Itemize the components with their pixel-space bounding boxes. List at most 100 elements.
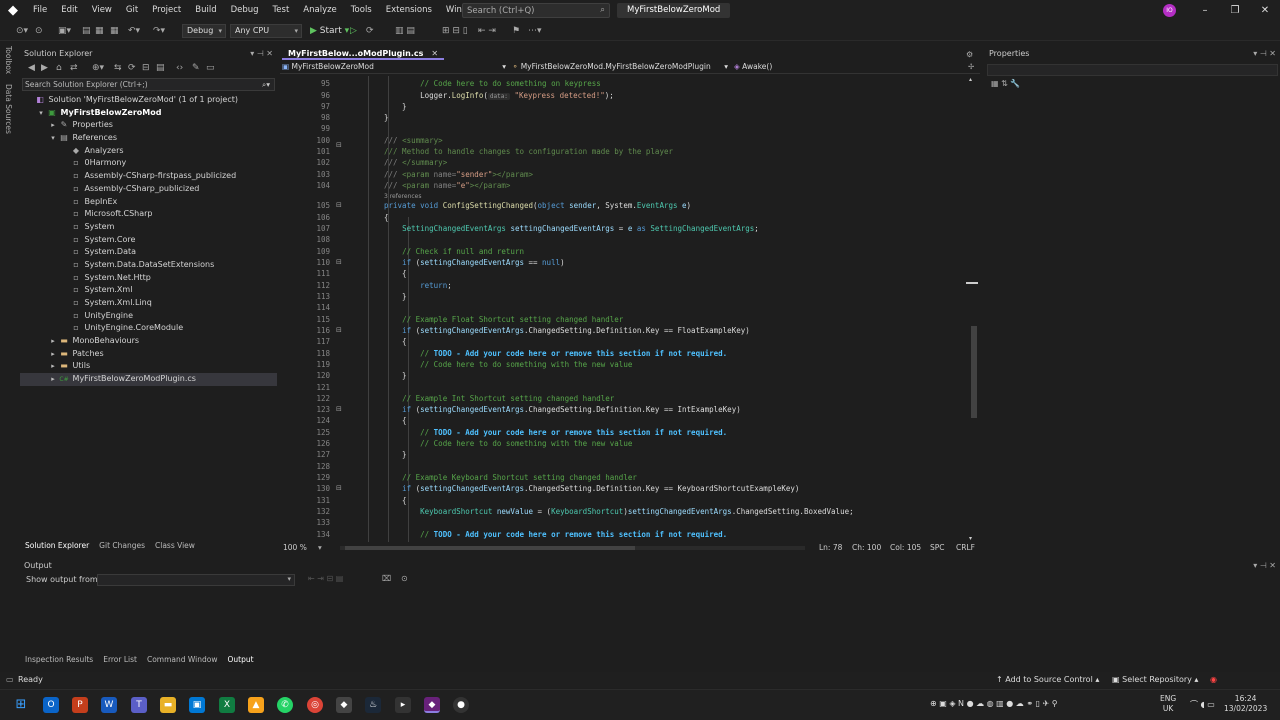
tree-item[interactable]: ▾ ▣ MyFirstBelowZeroMod bbox=[20, 107, 277, 120]
close-tab-icon[interactable]: ✕ bbox=[431, 49, 438, 58]
tab-git-changes[interactable]: Git Changes bbox=[94, 541, 150, 554]
property-pages-icon[interactable]: 🔧 bbox=[1010, 79, 1020, 88]
excel-icon[interactable]: X bbox=[219, 697, 235, 713]
tree-item[interactable]: ◧ Solution 'MyFirstBelowZeroMod' (1 of 1… bbox=[20, 94, 277, 107]
more-icon[interactable]: ⋯▾ bbox=[528, 24, 542, 38]
source-control-button[interactable]: ↑ Add to Source Control ▴ bbox=[996, 672, 1099, 688]
platform-select[interactable]: Any CPU ▾ bbox=[230, 24, 302, 38]
save-icon[interactable]: ▦ bbox=[95, 24, 104, 38]
fold-icon[interactable]: ⊟ bbox=[336, 140, 342, 151]
clear-all-icon[interactable]: ⌧ bbox=[382, 574, 391, 583]
fold-icon[interactable]: ⊟ bbox=[336, 325, 342, 336]
tree-item[interactable]: ▫ System.Xml bbox=[20, 284, 277, 297]
tree-item[interactable]: ▫ System bbox=[20, 221, 277, 234]
toolbar-extra-icon[interactable]: ▥ ▤ bbox=[395, 24, 415, 38]
collapse-all-icon[interactable]: ⊟ bbox=[142, 63, 150, 73]
back-icon[interactable]: ⊙▾ bbox=[16, 24, 28, 38]
nav-member-dropdown[interactable]: ◈ Awake() bbox=[734, 61, 964, 74]
tree-item[interactable]: ▫ UnityEngine bbox=[20, 310, 277, 323]
windows-start-icon[interactable]: ⊞ bbox=[13, 697, 29, 713]
profile-avatar[interactable]: IO bbox=[1163, 4, 1176, 17]
search-box[interactable]: Search (Ctrl+Q) ⌕ bbox=[462, 3, 610, 18]
document-tab[interactable]: MyFirstBelow...oModPlugin.cs ✕ bbox=[282, 48, 445, 60]
tab-output[interactable]: Output bbox=[223, 655, 259, 667]
tab-error-list[interactable]: Error List bbox=[98, 655, 142, 667]
select-repository-button[interactable]: ▣ Select Repository ▴ bbox=[1112, 672, 1198, 688]
zoom-dropdown-icon[interactable]: ▾ bbox=[318, 542, 322, 554]
menu-tools[interactable]: Tools bbox=[344, 0, 379, 21]
properties-wrench-icon[interactable]: ✎ bbox=[192, 63, 200, 73]
tree-item[interactable]: ▸ ▬ MonoBehaviours bbox=[20, 335, 277, 348]
teams-icon[interactable]: T bbox=[131, 697, 147, 713]
fold-icon[interactable]: ⊟ bbox=[336, 200, 342, 211]
expand-arrow-icon[interactable]: ▸ bbox=[48, 119, 58, 132]
alphabetical-icon[interactable]: ⇅ bbox=[1001, 79, 1008, 88]
tab-command-window[interactable]: Command Window bbox=[142, 655, 223, 667]
menu-build[interactable]: Build bbox=[188, 0, 223, 21]
menu-edit[interactable]: Edit bbox=[54, 0, 84, 21]
fold-icon[interactable]: ⊟ bbox=[336, 404, 342, 415]
tree-item[interactable]: ▫ 0Harmony bbox=[20, 157, 277, 170]
chrome-icon[interactable]: ◎ bbox=[307, 697, 323, 713]
home-icon[interactable]: ⌂ bbox=[56, 63, 62, 73]
tab-class-view[interactable]: Class View bbox=[150, 541, 200, 554]
editor-vertical-scrollbar[interactable]: ▴ ▾ bbox=[966, 76, 978, 542]
tree-item[interactable]: ▫ System.Net.Http bbox=[20, 272, 277, 285]
redo-icon[interactable]: ↷▾ bbox=[153, 24, 165, 38]
tray-icons[interactable]: ⊕ ▣ ◈ N ● ☁ ◍ ▥ ● ☁ ⚭ ▯ ✈ ⚲ bbox=[930, 699, 1058, 708]
save-all-icon[interactable]: ▦ bbox=[110, 24, 119, 38]
config-select[interactable]: Debug ▾ bbox=[182, 24, 226, 38]
code-area[interactable]: 95 96 97 98 99 100 101 102 103 104 105 106 107 108 109… bbox=[280, 76, 970, 542]
tab-options-icon[interactable]: ⚙ bbox=[966, 50, 973, 59]
menu-test[interactable]: Test bbox=[266, 0, 297, 21]
menu-extensions[interactable]: Extensions bbox=[379, 0, 439, 21]
outlook-icon[interactable]: O bbox=[43, 697, 59, 713]
preview-icon[interactable]: ▭ bbox=[206, 63, 215, 73]
steam-icon[interactable]: ♨ bbox=[365, 697, 381, 713]
start-button[interactable]: ▶ Start ▾ bbox=[310, 24, 349, 38]
scrollbar-thumb[interactable] bbox=[971, 326, 977, 418]
start-without-debugging-icon[interactable]: ▷ bbox=[350, 24, 357, 38]
panel-buttons[interactable]: ▾ ⊣ ✕ bbox=[250, 47, 273, 61]
menu-file[interactable]: File bbox=[26, 0, 54, 21]
pending-changes-icon[interactable]: ⊕▾ bbox=[92, 63, 104, 73]
tree-item[interactable]: ▫ Assembly-CSharp_publicized bbox=[20, 183, 277, 196]
output-source-select[interactable]: ▾ bbox=[97, 574, 295, 586]
show-all-files-icon[interactable]: ▤ bbox=[156, 63, 165, 73]
panel-buttons[interactable]: ▾ ⊣ ✕ bbox=[1253, 47, 1276, 61]
tree-item[interactable]: ▫ UnityEngine.CoreModule bbox=[20, 322, 277, 335]
nav-project-dropdown[interactable]: ▣ MyFirstBelowZeroMod ▾ bbox=[282, 61, 510, 74]
bookmark-icon[interactable]: ⚑ bbox=[512, 24, 520, 38]
tree-item[interactable]: ▫ BepInEx bbox=[20, 196, 277, 209]
expand-arrow-icon[interactable]: ▸ bbox=[48, 348, 58, 361]
forward-icon[interactable]: ⊙ bbox=[35, 24, 43, 38]
expand-arrow-icon[interactable]: ▸ bbox=[48, 360, 58, 373]
tree-item[interactable]: ▫ System.Xml.Linq bbox=[20, 297, 277, 310]
toolbar-tools-icon[interactable]: ⊞ ⊟ ▯ bbox=[442, 24, 468, 38]
tree-item[interactable]: ▸ ✎ Properties bbox=[20, 119, 277, 132]
word-icon[interactable]: W bbox=[101, 697, 117, 713]
fold-icon[interactable]: ⊟ bbox=[336, 257, 342, 268]
expand-arrow-icon[interactable]: ▸ bbox=[48, 373, 58, 386]
line-ending-indicator[interactable]: CRLF bbox=[956, 542, 975, 554]
restore-icon[interactable]: ❐ bbox=[1220, 0, 1250, 21]
clock[interactable]: 16:24 13/02/2023 bbox=[1224, 694, 1267, 714]
open-icon[interactable]: ▤ bbox=[82, 24, 91, 38]
unity-icon[interactable]: ◆ bbox=[336, 697, 352, 713]
split-editor-icon[interactable]: ✢ bbox=[968, 61, 974, 74]
menu-debug[interactable]: Debug bbox=[224, 0, 266, 21]
store-icon[interactable]: ▣ bbox=[189, 697, 205, 713]
word-wrap-icon[interactable]: ⊙ bbox=[401, 574, 408, 583]
terminal-icon[interactable]: ▸ bbox=[395, 697, 411, 713]
forward-icon[interactable]: ▶ bbox=[41, 63, 48, 73]
file-explorer-icon[interactable]: ▬ bbox=[160, 697, 176, 713]
expand-arrow-icon[interactable]: ▾ bbox=[36, 107, 46, 120]
output-nav-icons[interactable]: ⇤ ⇥ ⊟ ▤ bbox=[308, 574, 343, 583]
menu-view[interactable]: View bbox=[85, 0, 119, 21]
fold-icon[interactable]: ⊟ bbox=[336, 483, 342, 494]
tab-solution-explorer[interactable]: Solution Explorer bbox=[20, 541, 94, 554]
powerpoint-icon[interactable]: P bbox=[72, 697, 88, 713]
notifications-icon[interactable]: ◉ bbox=[1210, 672, 1217, 688]
github-icon[interactable]: ● bbox=[453, 697, 469, 713]
switch-views-icon[interactable]: ⇄ bbox=[70, 63, 78, 73]
